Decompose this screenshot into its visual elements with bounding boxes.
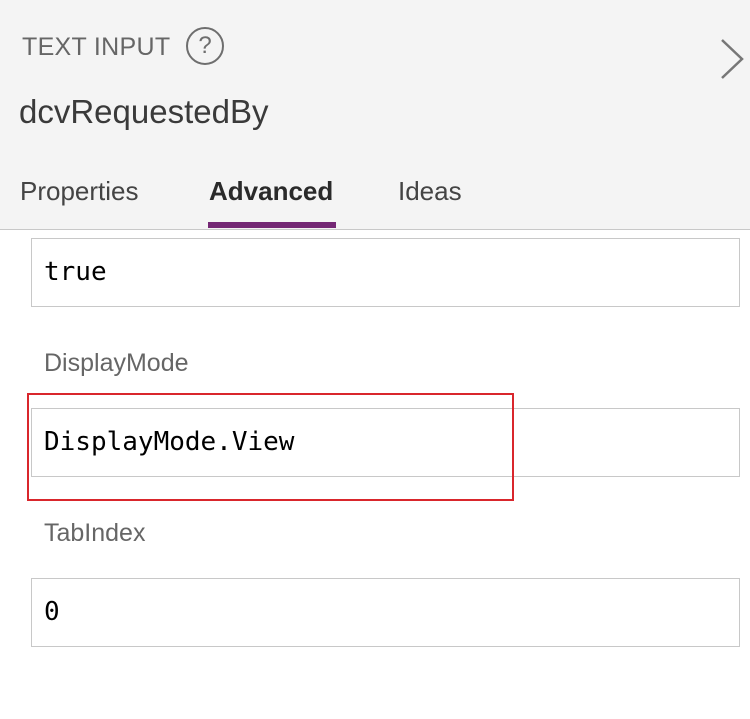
tabindex-label: TabIndex: [44, 519, 146, 547]
tab-properties[interactable]: Properties: [20, 176, 139, 207]
displaymode-value: DisplayMode.View: [44, 427, 295, 457]
help-icon[interactable]: ?: [186, 27, 224, 65]
control-type-label: TEXT INPUT: [22, 33, 171, 61]
properties-panel-header: TEXT INPUT ? dcvRequestedBy Properties A…: [0, 0, 750, 230]
active-tab-indicator: [208, 222, 336, 228]
control-name: dcvRequestedBy: [19, 93, 269, 130]
tabindex-input[interactable]: 0: [31, 578, 740, 647]
tabindex-value: 0: [44, 597, 60, 627]
previous-property-value: true: [44, 257, 107, 287]
tab-advanced[interactable]: Advanced: [209, 176, 333, 207]
previous-property-input[interactable]: true: [31, 238, 740, 307]
tab-ideas[interactable]: Ideas: [398, 176, 462, 207]
displaymode-label: DisplayMode: [44, 349, 189, 377]
chevron-right-icon[interactable]: [718, 36, 746, 82]
displaymode-input[interactable]: DisplayMode.View: [31, 408, 740, 477]
